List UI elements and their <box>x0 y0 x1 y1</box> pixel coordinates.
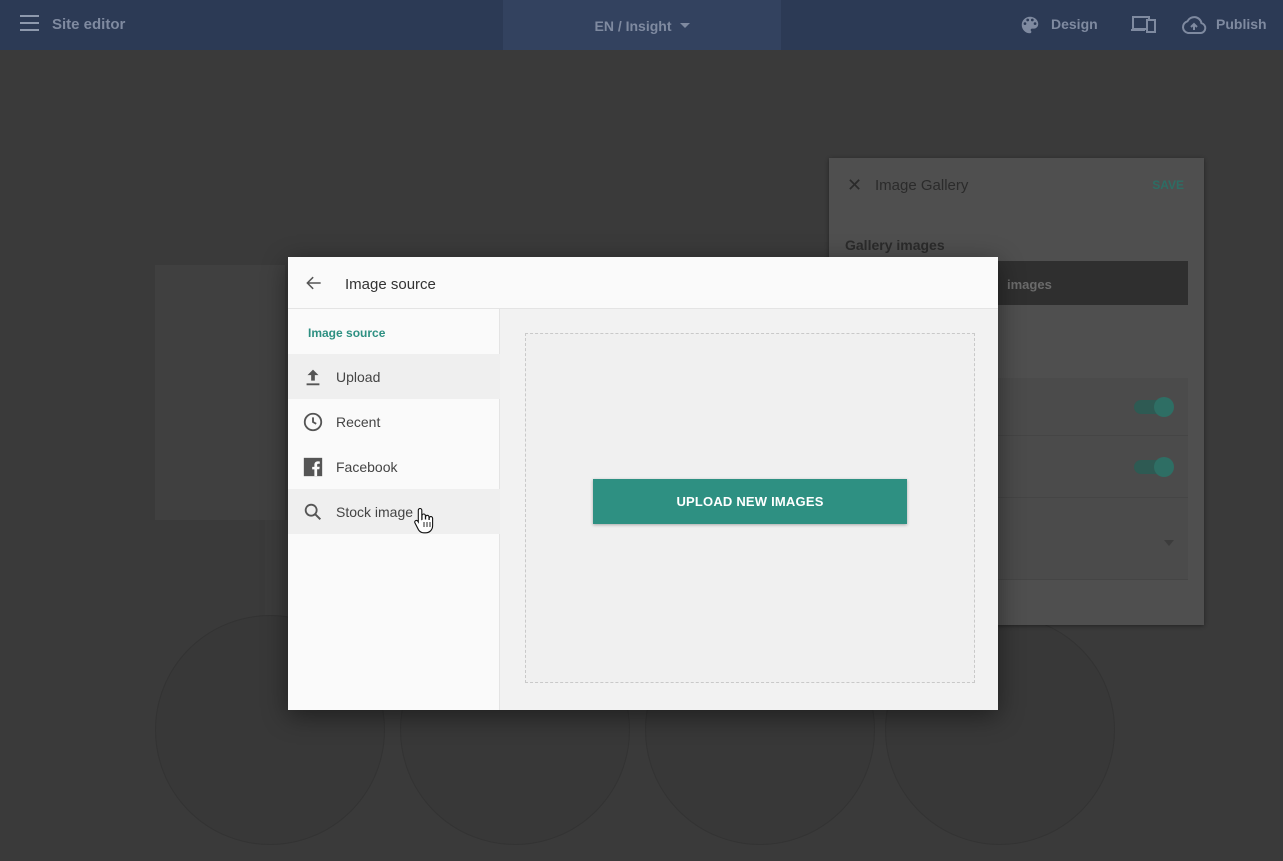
search-icon <box>304 503 322 521</box>
sidebar-item-upload[interactable]: Upload <box>288 354 500 399</box>
upload-icon <box>306 369 320 386</box>
drop-zone[interactable]: UPLOAD NEW IMAGES <box>525 333 975 683</box>
sidebar-item-recent[interactable]: Recent <box>288 399 500 444</box>
hand-cursor-icon <box>414 507 434 534</box>
sidebar-item-label: Upload <box>336 369 381 385</box>
image-source-dialog: Image source Image source Upload Recent … <box>288 257 998 710</box>
source-sidebar: Image source Upload Recent Facebook Stoc… <box>288 309 500 710</box>
dialog-title: Image source <box>345 276 436 293</box>
sidebar-item-stock-image[interactable]: Stock image <box>288 489 500 534</box>
facebook-icon <box>303 457 323 477</box>
sidebar-item-label: Stock image <box>336 504 414 520</box>
arrow-back-icon[interactable] <box>304 273 324 293</box>
dialog-header: Image source <box>288 257 998 309</box>
upload-new-images-button[interactable]: UPLOAD NEW IMAGES <box>593 479 907 524</box>
upload-area: UPLOAD NEW IMAGES <box>500 309 998 710</box>
sidebar-item-label: Facebook <box>336 459 398 475</box>
clock-icon <box>303 412 323 432</box>
sidebar-item-facebook[interactable]: Facebook <box>288 444 500 489</box>
sidebar-heading: Image source <box>308 326 386 340</box>
sidebar-item-label: Recent <box>336 414 381 430</box>
